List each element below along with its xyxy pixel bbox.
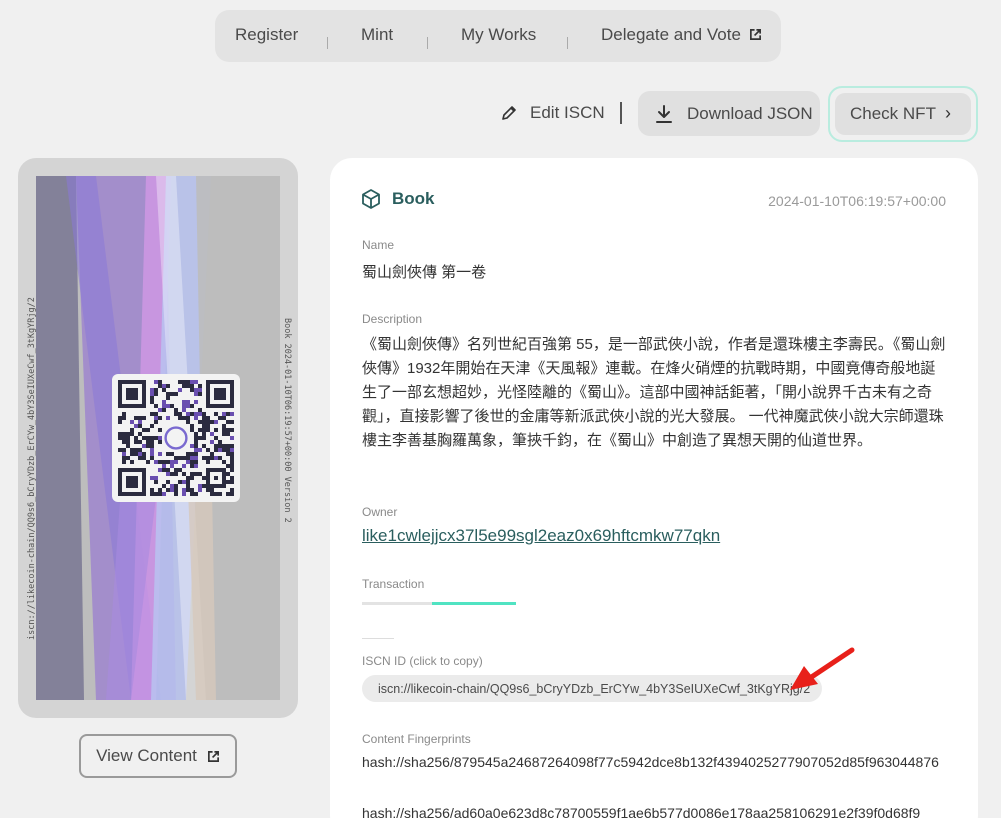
owner-label: Owner [362, 505, 398, 519]
nav-mint[interactable]: Mint [361, 25, 393, 45]
qr-code-pattern [118, 380, 234, 496]
fingerprints-label: Content Fingerprints [362, 732, 471, 746]
nav-my-works[interactable]: My Works [461, 25, 536, 45]
record-description: 《蜀山劍俠傳》名列世紀百強第 55，是一部武俠小說，作者是還珠樓主李壽民。《蜀山… [362, 336, 946, 449]
iscn-details-panel: Book 2024-01-10T06:19:57+00:00 Name 蜀山劍俠… [330, 158, 978, 818]
nav-divider [427, 37, 428, 49]
qr-code [112, 374, 240, 502]
record-date: 2024-01-10T06:19:57+00:00 [768, 193, 946, 209]
nav-divider [327, 37, 328, 49]
name-label: Name [362, 238, 395, 252]
action-divider [620, 102, 622, 124]
record-type: Book [360, 188, 435, 210]
nav-register[interactable]: Register [235, 25, 298, 45]
download-icon [656, 104, 672, 123]
transaction-label: Transaction [362, 577, 425, 591]
download-json-label: Download JSON [687, 103, 813, 123]
edit-iscn-label: Edit ISCN [530, 103, 605, 122]
chevron-right-icon: › [945, 103, 951, 123]
nav-divider [567, 37, 568, 49]
transaction-loading-fill [432, 602, 516, 605]
nft-side-iscn-text: iscn://likecoin-chain/QQ9s6_bCryYDzb_ErC… [27, 297, 37, 640]
owner-address-link[interactable]: like1cwlejjcx37l5e99sgl2eaz0x69hftcmkw77… [362, 526, 720, 546]
check-nft-label: Check NFT [850, 104, 936, 123]
annotation-arrow-icon [790, 647, 855, 690]
nft-artwork [36, 176, 280, 700]
nav-delegate-and-vote[interactable]: Delegate and Vote [601, 25, 762, 45]
check-nft-focus-ring: Check NFT › [828, 86, 978, 142]
section-divider [362, 638, 394, 639]
nav-delegate-label: Delegate and Vote [601, 25, 741, 44]
top-nav: Register Mint My Works Delegate and Vote [215, 10, 781, 62]
iscn-id-label: ISCN ID (click to copy) [362, 654, 483, 668]
fingerprint-item: hash://sha256/879545a24687264098f77c5942… [362, 754, 939, 770]
cube-icon [362, 189, 380, 209]
record-name: 蜀山劍俠傳 第一卷 [362, 264, 487, 281]
check-nft-button[interactable]: Check NFT › [835, 93, 971, 135]
record-type-label: Book [392, 189, 435, 208]
nft-side-meta-text: Book 2024-01-10T06:19:57+00:00 Version 2 [282, 318, 292, 523]
fingerprint-item: hash://sha256/ad60a0e623d8c78700559f1ae6… [362, 805, 921, 818]
view-content-button[interactable]: View Content [79, 734, 237, 778]
pencil-icon [502, 106, 516, 120]
external-link-icon [207, 750, 219, 762]
external-link-icon [749, 29, 761, 40]
nft-preview-card [18, 158, 298, 718]
view-content-label: View Content [96, 746, 197, 765]
edit-iscn-button[interactable]: Edit ISCN [500, 103, 605, 123]
download-json-button[interactable]: Download JSON [638, 91, 820, 136]
description-label: Description [362, 312, 423, 326]
iscn-id-copy-button[interactable]: iscn://likecoin-chain/QQ9s6_bCryYDzb_ErC… [362, 675, 823, 702]
transaction-loading-bar [362, 602, 516, 605]
